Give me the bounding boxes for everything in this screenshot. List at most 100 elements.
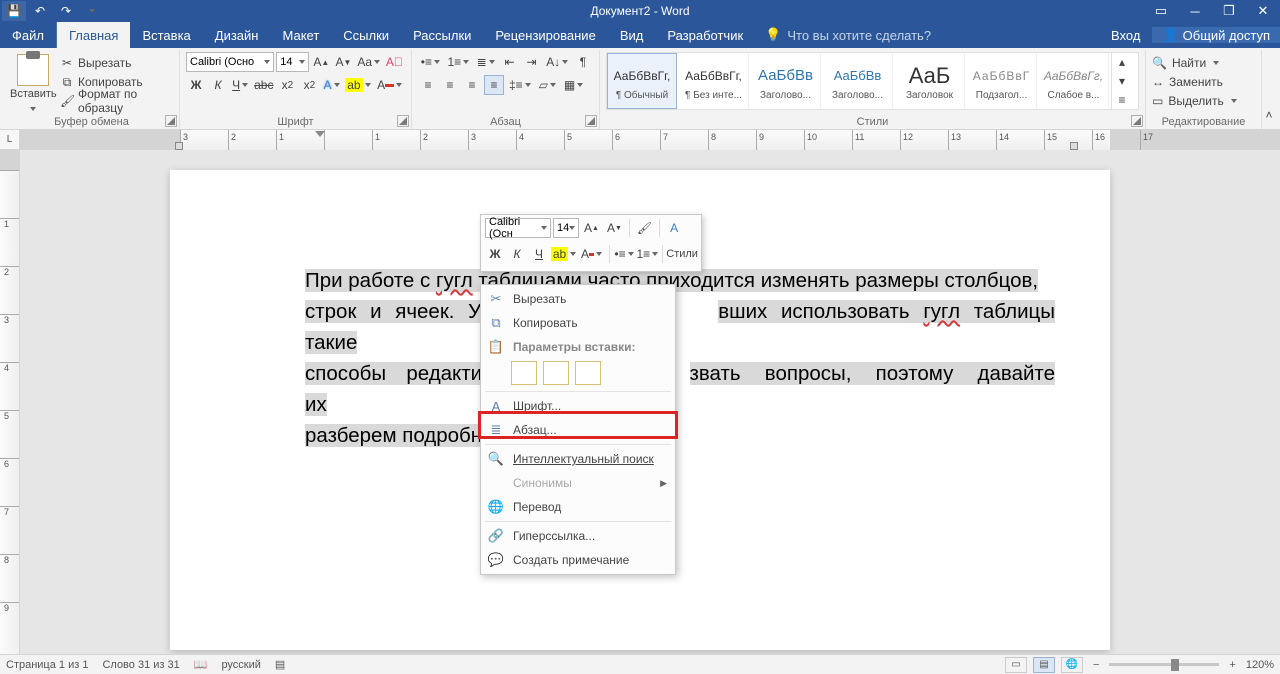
- close-button[interactable]: ✕: [1246, 0, 1280, 22]
- align-center-button[interactable]: ≡: [440, 75, 460, 95]
- justify-button[interactable]: ≡: [484, 75, 504, 95]
- vertical-ruler[interactable]: 123456789: [0, 150, 20, 654]
- mini-italic[interactable]: К: [507, 244, 527, 264]
- underline-button[interactable]: Ч: [230, 75, 250, 95]
- view-print-button[interactable]: ▤: [1033, 657, 1055, 673]
- replace-button[interactable]: ↔Заменить: [1152, 73, 1255, 91]
- multilevel-button[interactable]: ≣: [474, 52, 498, 72]
- tell-me-box[interactable]: 💡 Что вы хотите сделать?: [755, 22, 941, 48]
- tab-file[interactable]: Файл: [0, 22, 57, 48]
- paste-text-only-button[interactable]: [575, 361, 601, 385]
- mini-underline[interactable]: Ч: [529, 244, 549, 264]
- ctx-comment[interactable]: 💬Создать примечание: [481, 548, 675, 572]
- share-button[interactable]: 👤 Общий доступ: [1152, 27, 1280, 43]
- paste-merge-button[interactable]: [543, 361, 569, 385]
- ctx-hyperlink[interactable]: 🔗Гиперссылка...: [481, 524, 675, 548]
- style-normal[interactable]: АаБбВвГг,¶ Обычный: [607, 53, 677, 109]
- status-language[interactable]: русский: [221, 659, 260, 671]
- numbering-button[interactable]: 1≡: [445, 52, 472, 72]
- status-words[interactable]: Слово 31 из 31: [102, 659, 179, 671]
- cut-button[interactable]: ✂Вырезать: [60, 54, 173, 72]
- bold-button[interactable]: Ж: [186, 75, 206, 95]
- strike-button[interactable]: abc: [252, 75, 275, 95]
- minimize-button[interactable]: ─: [1178, 0, 1212, 22]
- document-text[interactable]: При работе с гугл таблицами часто приход…: [305, 265, 1055, 451]
- mini-bullets[interactable]: •≡: [614, 244, 634, 264]
- zoom-slider[interactable]: [1109, 663, 1219, 666]
- zoom-in-button[interactable]: +: [1225, 659, 1239, 671]
- find-button[interactable]: 🔍Найти: [1152, 54, 1255, 72]
- tab-view[interactable]: Вид: [608, 22, 656, 48]
- subscript-button[interactable]: x2: [277, 75, 297, 95]
- mini-grow-font[interactable]: A▲: [581, 218, 602, 238]
- tab-design[interactable]: Дизайн: [203, 22, 271, 48]
- style-subtitle[interactable]: АаБбВвГПодзагол...: [967, 53, 1037, 109]
- mini-size-combo[interactable]: 14: [553, 218, 579, 238]
- line-spacing-button[interactable]: ‡≡: [506, 75, 534, 95]
- tab-mailings[interactable]: Рассылки: [401, 22, 483, 48]
- ctx-font[interactable]: AШрифт...: [481, 394, 675, 418]
- align-left-button[interactable]: ≡: [418, 75, 438, 95]
- tab-insert[interactable]: Вставка: [130, 22, 202, 48]
- mini-shrink-font[interactable]: A▼: [604, 218, 625, 238]
- indent-button[interactable]: ⇥: [522, 52, 542, 72]
- zoom-out-button[interactable]: −: [1089, 659, 1103, 671]
- ribbon-options-button[interactable]: ▭: [1144, 0, 1178, 22]
- tab-review[interactable]: Рецензирование: [483, 22, 607, 48]
- undo-button[interactable]: ↶: [28, 1, 52, 21]
- mini-highlight[interactable]: ab: [551, 244, 576, 264]
- tab-selector[interactable]: L: [0, 130, 20, 150]
- qat-customize[interactable]: [80, 1, 104, 21]
- highlight-button[interactable]: ab: [344, 75, 373, 95]
- shading-button[interactable]: ▱: [536, 75, 559, 95]
- font-name-combo[interactable]: Calibri (Осно: [186, 52, 274, 72]
- styles-gallery[interactable]: АаБбВвГг,¶ Обычный АаБбВвГг,¶ Без инте..…: [606, 52, 1139, 110]
- mini-font-color[interactable]: A: [578, 244, 605, 264]
- clear-format-button[interactable]: A⃠: [384, 52, 405, 72]
- select-button[interactable]: ▭Выделить: [1152, 92, 1255, 110]
- change-case-button[interactable]: Aa: [356, 52, 382, 72]
- ctx-translate[interactable]: 🌐Перевод: [481, 495, 675, 519]
- shrink-font-button[interactable]: A▼: [333, 52, 353, 72]
- text-effects-button[interactable]: A: [321, 75, 341, 95]
- collapse-ribbon-button[interactable]: ˄: [1259, 105, 1279, 125]
- paragraph-launcher[interactable]: [585, 115, 597, 127]
- maximize-button[interactable]: ❐: [1212, 0, 1246, 22]
- align-right-button[interactable]: ≡: [462, 75, 482, 95]
- save-button[interactable]: 💾: [2, 1, 26, 21]
- mini-bold[interactable]: Ж: [485, 244, 505, 264]
- horizontal-ruler[interactable]: 3211234567891011121314151617: [20, 130, 1280, 150]
- ctx-smart-lookup[interactable]: 🔍Интеллектуальный поиск: [481, 447, 675, 471]
- view-web-button[interactable]: 🌐: [1061, 657, 1083, 673]
- paste-button[interactable]: Вставить: [10, 52, 56, 113]
- ctx-synonyms[interactable]: Синонимы▶: [481, 471, 675, 495]
- clipboard-launcher[interactable]: [165, 115, 177, 127]
- grow-font-button[interactable]: A▲: [311, 52, 331, 72]
- styles-expand[interactable]: ≡: [1112, 90, 1132, 109]
- status-macro-icon[interactable]: ▤: [275, 658, 285, 671]
- signin-button[interactable]: Вход: [1099, 28, 1152, 43]
- borders-button[interactable]: ▦: [561, 75, 586, 95]
- tab-developer[interactable]: Разработчик: [655, 22, 755, 48]
- tab-home[interactable]: Главная: [57, 22, 130, 48]
- styles-scroll-up[interactable]: ▴: [1112, 53, 1132, 72]
- outdent-button[interactable]: ⇤: [500, 52, 520, 72]
- format-painter-button[interactable]: 🖌Формат по образцу: [60, 92, 173, 110]
- mini-font-combo[interactable]: Calibri (Осн: [485, 218, 551, 238]
- zoom-value[interactable]: 120%: [1246, 659, 1274, 671]
- mini-format-painter[interactable]: 🖌: [634, 218, 655, 238]
- view-read-button[interactable]: ▭: [1005, 657, 1027, 673]
- mini-clear[interactable]: A: [664, 218, 684, 238]
- paste-keep-source-button[interactable]: [511, 361, 537, 385]
- bullets-button[interactable]: •≡: [418, 52, 443, 72]
- font-color-button[interactable]: A: [374, 75, 405, 95]
- style-title[interactable]: АаБЗаголовок: [895, 53, 965, 109]
- tab-layout[interactable]: Макет: [270, 22, 331, 48]
- style-nospacing[interactable]: АаБбВвГг,¶ Без инте...: [679, 53, 749, 109]
- tab-references[interactable]: Ссылки: [331, 22, 401, 48]
- superscript-button[interactable]: x2: [299, 75, 319, 95]
- style-weak[interactable]: АаБбВвГг,Слабое в...: [1039, 53, 1109, 109]
- italic-button[interactable]: К: [208, 75, 228, 95]
- status-proofing-icon[interactable]: 📖: [194, 658, 208, 671]
- mini-numbering[interactable]: 1≡: [636, 244, 658, 264]
